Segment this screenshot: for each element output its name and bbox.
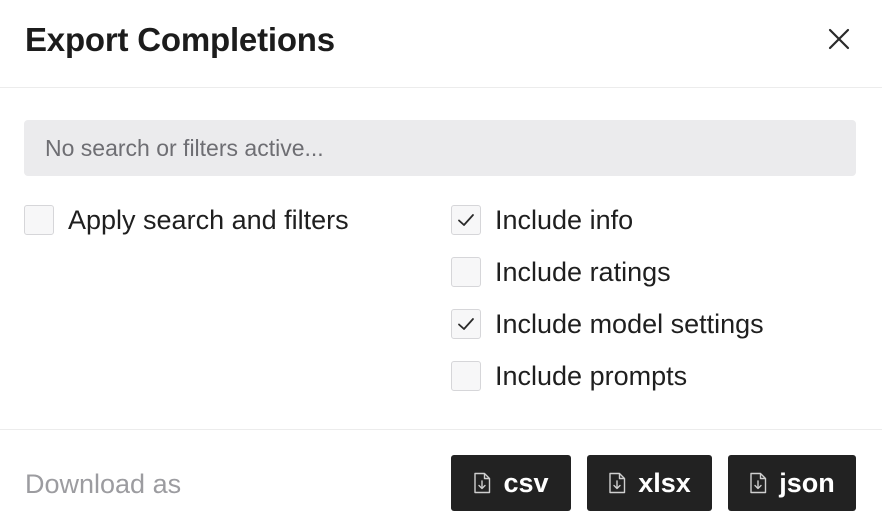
- download-csv-label: csv: [503, 468, 549, 498]
- close-icon: [828, 28, 850, 50]
- download-xlsx-label: xlsx: [638, 468, 691, 498]
- include-ratings-label: Include ratings: [495, 257, 671, 287]
- apply-search-option[interactable]: Apply search and filters: [24, 203, 349, 237]
- include-model-settings-option[interactable]: Include model settings: [451, 307, 764, 341]
- download-xlsx-button[interactable]: xlsx: [587, 455, 712, 511]
- dialog-footer: Download as csv xlsx json: [0, 429, 882, 530]
- include-ratings-option[interactable]: Include ratings: [451, 255, 671, 289]
- download-json-button[interactable]: json: [728, 455, 856, 511]
- apply-search-checkbox[interactable]: [24, 205, 54, 235]
- filter-status-box: No search or filters active...: [24, 120, 856, 176]
- filter-status-text: No search or filters active...: [45, 135, 324, 161]
- file-download-icon: [609, 472, 626, 494]
- file-download-icon: [750, 472, 767, 494]
- include-info-label: Include info: [495, 205, 634, 235]
- include-ratings-checkbox[interactable]: [451, 257, 481, 287]
- include-prompts-option[interactable]: Include prompts: [451, 359, 687, 393]
- close-button[interactable]: [822, 22, 856, 56]
- apply-search-label: Apply search and filters: [68, 205, 349, 235]
- include-prompts-checkbox[interactable]: [451, 361, 481, 391]
- download-as-label: Download as: [25, 469, 182, 499]
- checkmark-icon: [458, 214, 474, 226]
- export-dialog: Export Completions No search or filters …: [0, 0, 882, 530]
- checkmark-icon: [458, 318, 474, 330]
- download-csv-button[interactable]: csv: [451, 455, 571, 511]
- include-info-option[interactable]: Include info: [451, 203, 633, 237]
- file-download-icon: [474, 472, 491, 494]
- include-model-settings-checkbox[interactable]: [451, 309, 481, 339]
- include-model-settings-label: Include model settings: [495, 309, 764, 339]
- include-info-checkbox[interactable]: [451, 205, 481, 235]
- include-prompts-label: Include prompts: [495, 361, 688, 391]
- dialog-title: Export Completions: [25, 21, 335, 58]
- dialog-header: Export Completions: [0, 0, 882, 88]
- download-json-label: json: [779, 468, 835, 498]
